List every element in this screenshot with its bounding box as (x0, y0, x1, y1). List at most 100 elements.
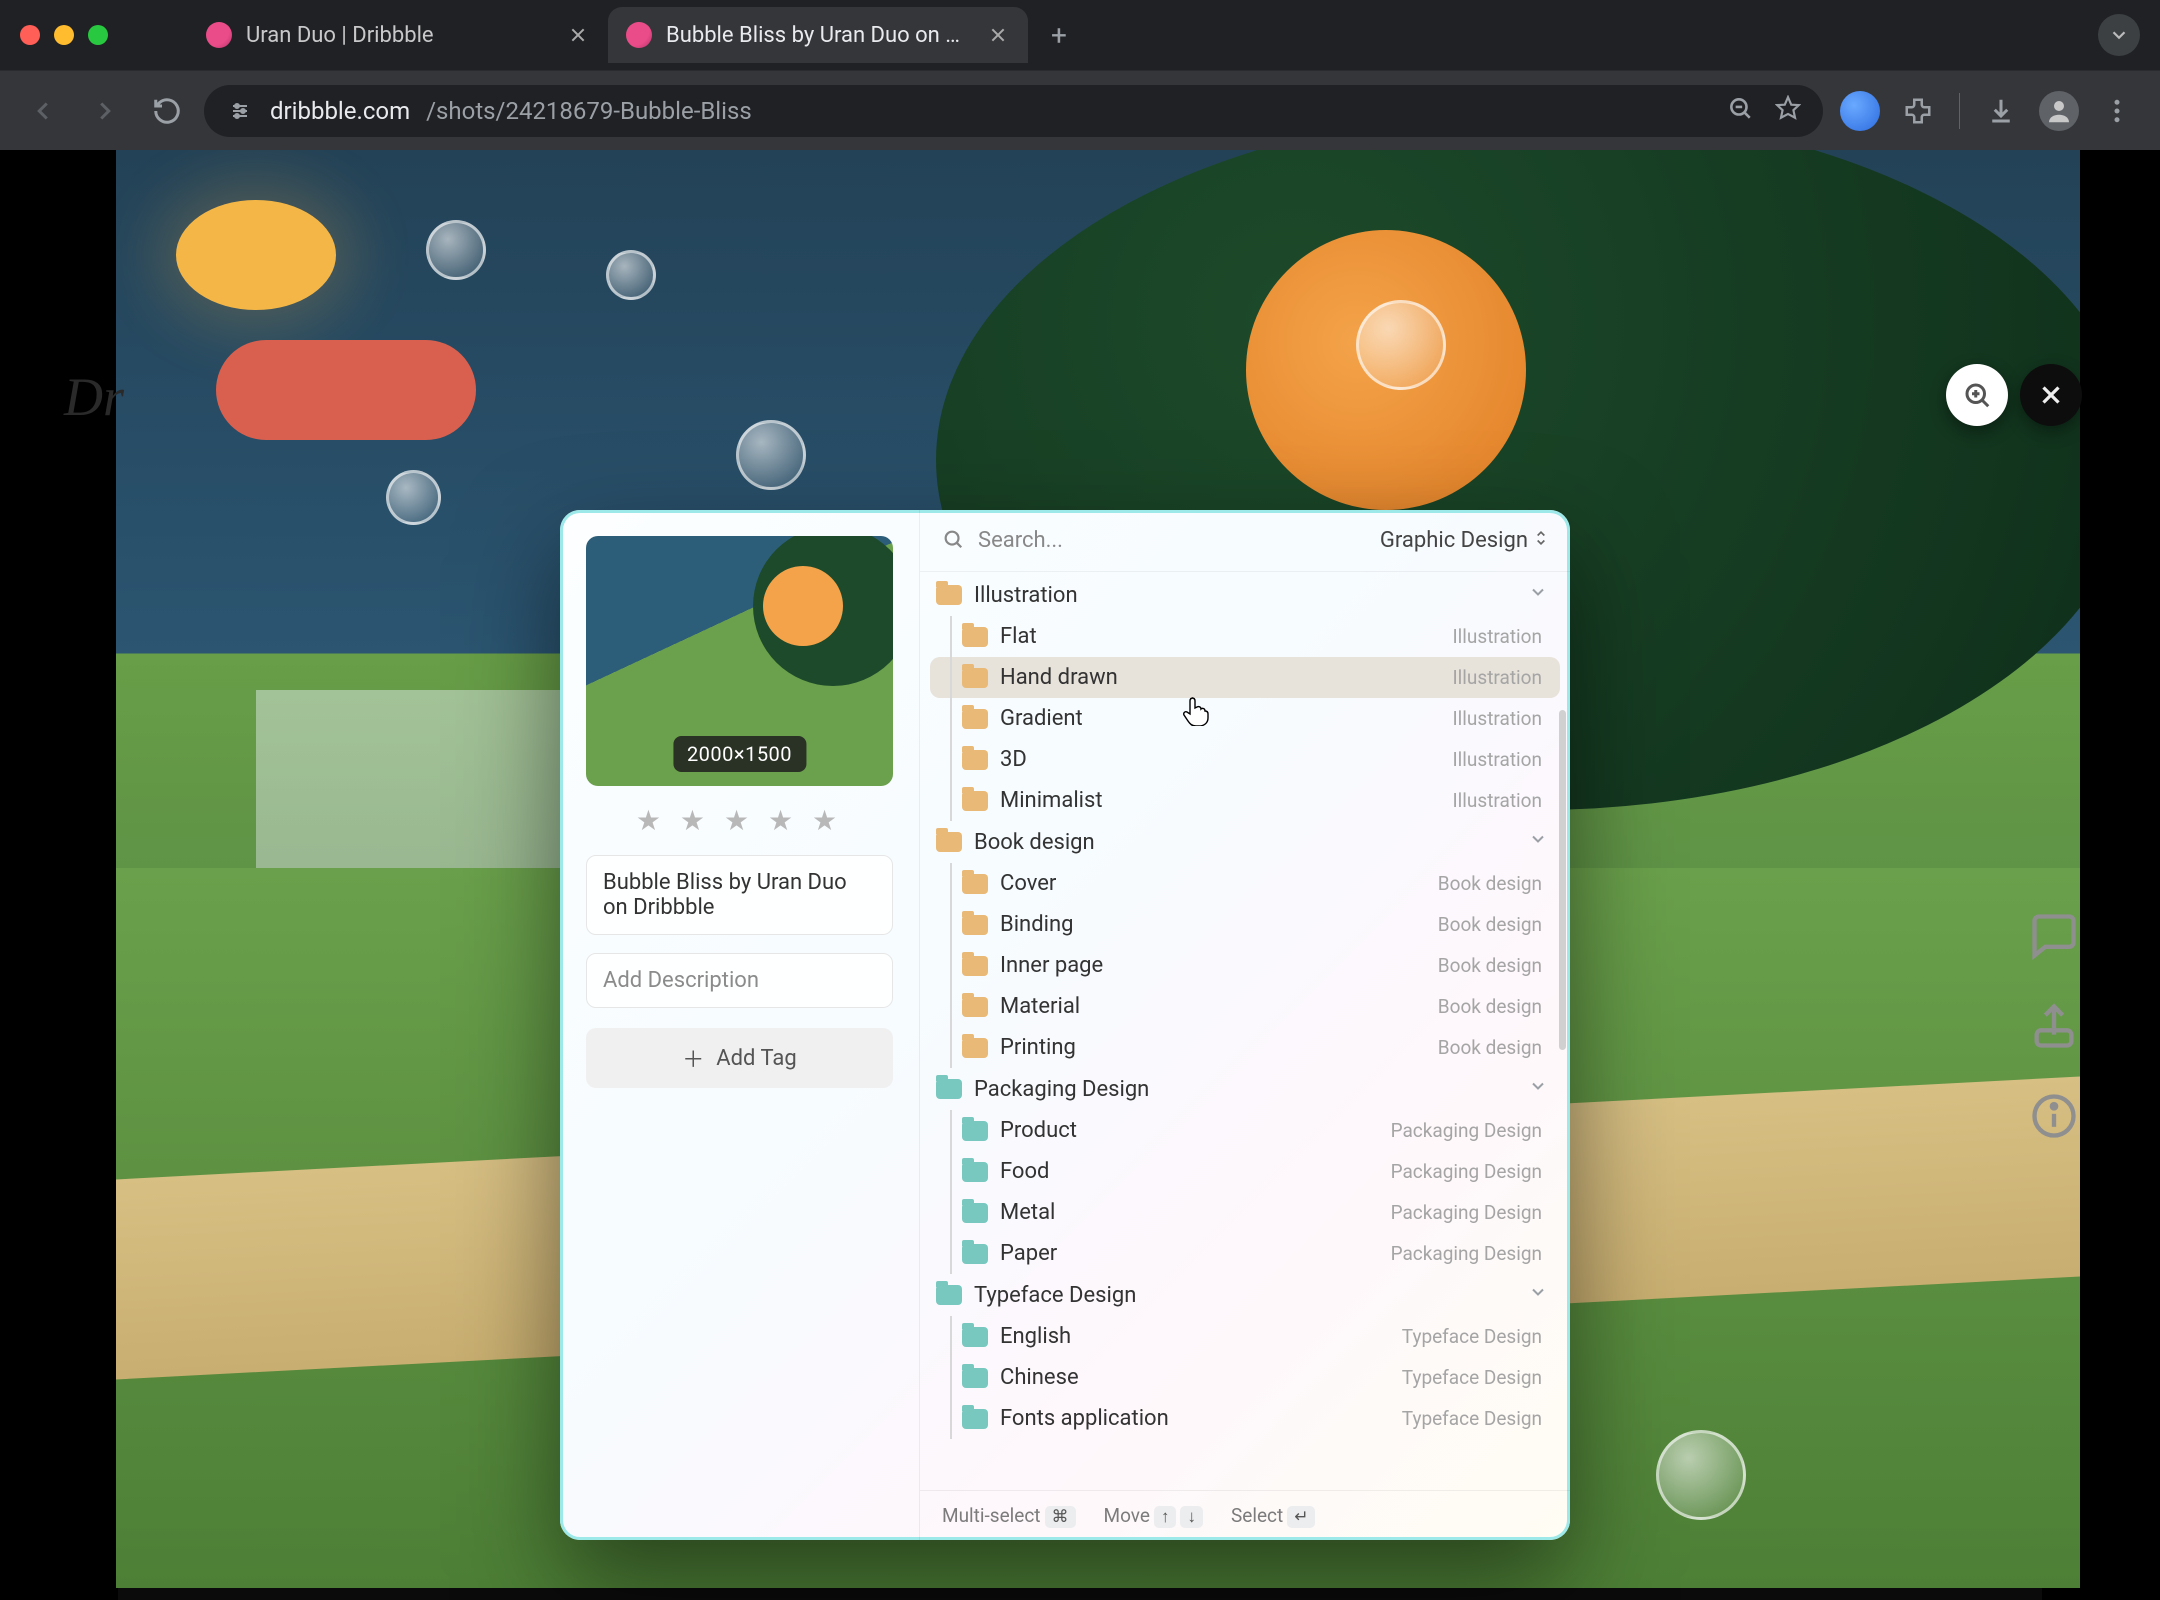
dribbble-favicon-icon (206, 22, 232, 48)
folder-icon (962, 1409, 988, 1429)
folder-icon (962, 874, 988, 894)
folder-item-label: English (1000, 1324, 1071, 1349)
thumbnail-dimensions-badge: 2000×1500 (673, 736, 806, 772)
folder-item[interactable]: BindingBook design (930, 904, 1560, 945)
folder-item[interactable]: English Typeface Design (930, 1316, 1560, 1357)
folder-icon (962, 915, 988, 935)
folder-item[interactable]: GradientIllustration (930, 698, 1560, 739)
tab-close-button[interactable] (986, 23, 1010, 47)
close-shot-button[interactable] (2020, 364, 2082, 426)
folder-item-trail: Typeface Design (1402, 1325, 1542, 1348)
folder-search-input[interactable]: Search... (978, 528, 1366, 553)
window-maximize-button[interactable] (88, 25, 108, 45)
folder-search-row: Search... Graphic Design (920, 510, 1570, 572)
folder-item-label: Binding (1000, 912, 1073, 937)
browser-window: Uran Duo | Dribbble Bubble Bliss by Uran… (0, 0, 2160, 1600)
folder-item-label: Flat (1000, 624, 1037, 649)
folder-item-trail: Packaging Design (1391, 1242, 1542, 1265)
folder-item-label: Paper (1000, 1241, 1057, 1266)
folder-group-header[interactable]: Packaging Design (930, 1068, 1560, 1110)
folder-item[interactable]: Hand drawnIllustration (930, 657, 1560, 698)
tab-bubble-bliss[interactable]: Bubble Bliss by Uran Duo on Dribbble (608, 7, 1028, 63)
kebab-menu-button[interactable] (2092, 86, 2142, 136)
extension-button[interactable] (1835, 86, 1885, 136)
folder-item-trail: Packaging Design (1391, 1201, 1542, 1224)
reload-button[interactable] (142, 86, 192, 136)
folder-item[interactable]: MaterialBook design (930, 986, 1560, 1027)
add-tag-button[interactable]: ＋ Add Tag (586, 1028, 893, 1088)
window-minimize-button[interactable] (54, 25, 74, 45)
kbd-down-icon: ↓ (1180, 1506, 1203, 1528)
folder-item[interactable]: MinimalistIllustration (930, 780, 1560, 821)
folder-item-label: Metal (1000, 1200, 1055, 1225)
address-bar[interactable]: dribbble.com/shots/24218679-Bubble-Bliss (204, 85, 1823, 137)
folder-group-header[interactable]: Typeface Design (930, 1274, 1560, 1316)
zoom-shot-button[interactable] (1946, 364, 2008, 426)
folder-icon (962, 1121, 988, 1141)
folder-item[interactable]: Fonts applicationTypeface Design (930, 1398, 1560, 1439)
hint-multiselect: Multi-select⌘ (942, 1504, 1076, 1528)
title-field[interactable]: Bubble Bliss by Uran Duo on Dribbble (586, 855, 893, 935)
zoom-indicator-icon[interactable] (1727, 95, 1753, 127)
folder-item-trail: Packaging Design (1391, 1119, 1542, 1142)
tagging-modal: 2000×1500 ★ ★ ★ ★ ★ Bubble Bliss by Uran… (560, 510, 1570, 1540)
folder-item[interactable]: Product Packaging Design (930, 1110, 1560, 1151)
tree-indent (950, 698, 952, 739)
tab-title: Uran Duo | Dribbble (246, 23, 552, 48)
folder-group-header[interactable]: Book design (930, 821, 1560, 863)
folder-icon (962, 791, 988, 811)
modal-left-pane: 2000×1500 ★ ★ ★ ★ ★ Bubble Bliss by Uran… (560, 510, 920, 1540)
folder-item[interactable]: ChineseTypeface Design (930, 1357, 1560, 1398)
folder-item[interactable]: 3DIllustration (930, 739, 1560, 780)
tree-indent (950, 904, 952, 945)
extensions-menu-button[interactable] (1893, 86, 1943, 136)
avatar-icon (2039, 91, 2079, 131)
folder-group-label: Illustration (974, 583, 1078, 608)
folder-item-trail: Illustration (1453, 707, 1542, 730)
extension-icon (1840, 91, 1880, 131)
downloads-button[interactable] (1976, 86, 2026, 136)
tree-indent (950, 1316, 952, 1357)
folder-item-label: Product (1000, 1118, 1077, 1143)
folder-item-label: Inner page (1000, 953, 1103, 978)
window-close-button[interactable] (20, 25, 40, 45)
folder-item[interactable]: Metal Packaging Design (930, 1192, 1560, 1233)
bookmark-star-icon[interactable] (1775, 95, 1801, 127)
folder-item[interactable]: FlatIllustration (930, 616, 1560, 657)
tree-indent (950, 863, 952, 904)
tab-overflow-button[interactable] (2098, 14, 2140, 56)
category-dropdown[interactable]: Graphic Design (1380, 528, 1548, 554)
window-controls (20, 25, 108, 45)
folder-item[interactable]: Paper Packaging Design (930, 1233, 1560, 1274)
folder-item-trail: Packaging Design (1391, 1160, 1542, 1183)
folder-group-header[interactable]: Illustration (930, 574, 1560, 616)
feedback-button[interactable] (2028, 910, 2080, 962)
info-button[interactable] (2028, 1090, 2080, 1142)
chevron-down-icon (1528, 582, 1548, 608)
tree-indent (950, 1027, 952, 1068)
dribbble-favicon-icon (626, 22, 652, 48)
tab-uran-duo[interactable]: Uran Duo | Dribbble (188, 7, 608, 63)
new-tab-button[interactable]: + (1038, 14, 1080, 56)
tree-indent (950, 1192, 952, 1233)
profile-button[interactable] (2034, 86, 2084, 136)
category-label: Graphic Design (1380, 528, 1528, 553)
folder-icon (936, 832, 962, 852)
tree-indent (950, 1151, 952, 1192)
folder-item[interactable]: Inner pageBook design (930, 945, 1560, 986)
folder-item[interactable]: FoodPackaging Design (930, 1151, 1560, 1192)
folder-icon (962, 709, 988, 729)
description-field[interactable]: Add Description (586, 953, 893, 1008)
nav-forward-button[interactable] (80, 86, 130, 136)
folder-list[interactable]: IllustrationFlatIllustrationHand drawnIl… (920, 572, 1570, 1490)
rating-stars[interactable]: ★ ★ ★ ★ ★ (586, 804, 893, 837)
tab-close-button[interactable] (566, 23, 590, 47)
nav-back-button[interactable] (18, 86, 68, 136)
share-button[interactable] (2028, 1000, 2080, 1052)
scrollbar-thumb[interactable] (1559, 710, 1566, 1050)
site-settings-icon[interactable] (226, 97, 254, 125)
folder-item[interactable]: PrintingBook design (930, 1027, 1560, 1068)
folder-item[interactable]: CoverBook design (930, 863, 1560, 904)
tab-title: Bubble Bliss by Uran Duo on Dribbble (666, 23, 972, 48)
dribbble-logo: Dr (64, 366, 124, 428)
